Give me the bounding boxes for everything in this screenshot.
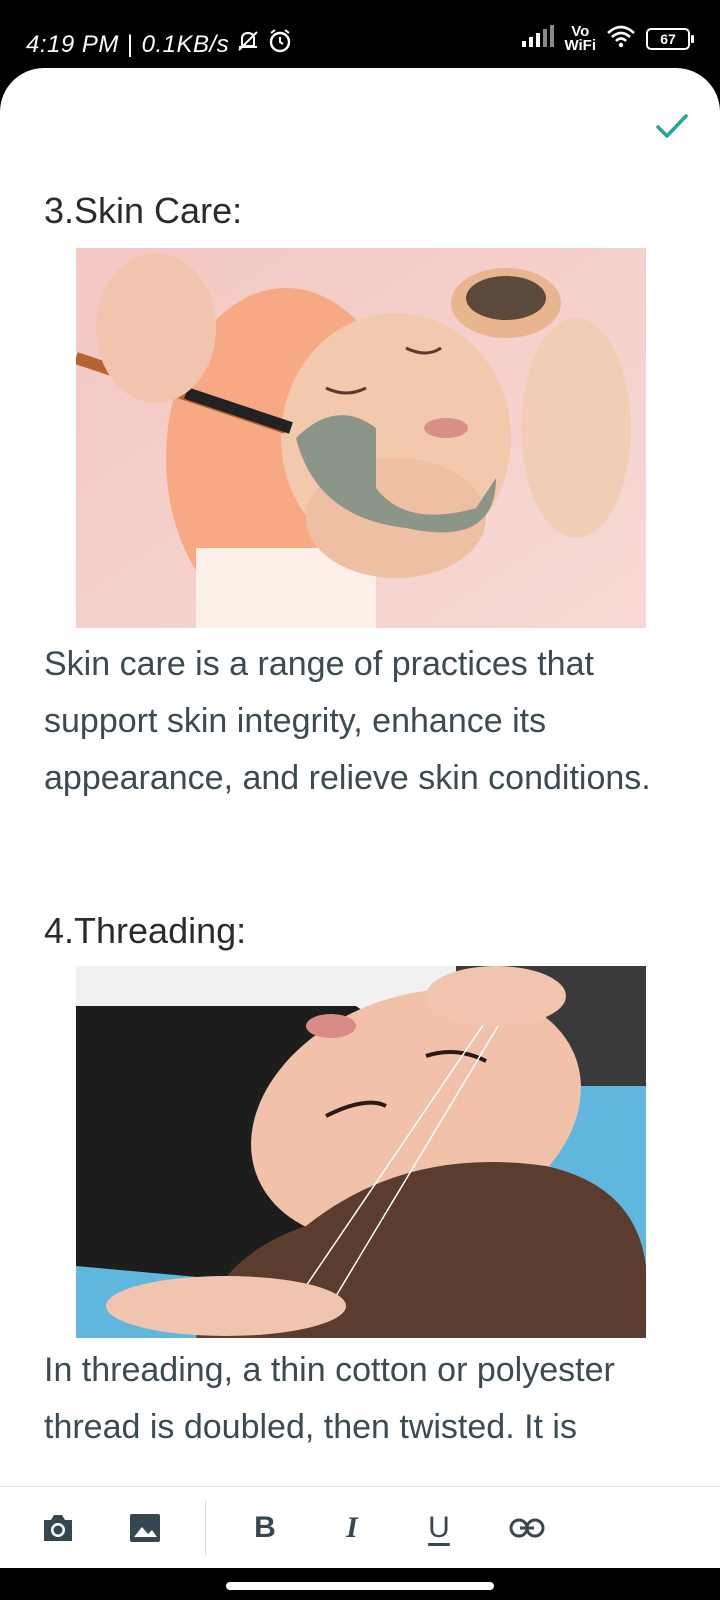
section-heading-skin-care: 3.Skin Care:: [44, 190, 243, 231]
italic-button[interactable]: I: [327, 1503, 377, 1553]
image-button[interactable]: [120, 1503, 170, 1553]
navigation-bar: [0, 1568, 720, 1600]
italic-label: I: [346, 1511, 358, 1544]
skin-care-image[interactable]: [76, 248, 646, 628]
camera-button[interactable]: [33, 1503, 83, 1553]
editor-content[interactable]: 3.Skin Care: Skin care is a range of pra…: [44, 68, 684, 1488]
status-left: 4:19 PM | 0.1KB/s: [26, 28, 293, 61]
image-icon: [130, 1514, 160, 1542]
mute-icon: [235, 28, 261, 61]
signal-icon: [522, 25, 555, 52]
bold-button[interactable]: B: [240, 1503, 290, 1553]
skin-care-paragraph: Skin care is a range of practices that s…: [44, 645, 651, 797]
status-right: Vo WiFi 67: [522, 24, 694, 54]
underline-button[interactable]: U: [414, 1503, 464, 1553]
threading-paragraph: In threading, a thin cotton or polyester…: [44, 1351, 615, 1446]
toolbar-divider: [205, 1501, 206, 1555]
link-button[interactable]: [502, 1503, 552, 1553]
link-icon: [509, 1518, 545, 1538]
camera-icon: [44, 1515, 72, 1541]
section-heading-threading: 4.Threading:: [44, 910, 247, 951]
network-speed: 0.1KB/s: [141, 30, 230, 58]
battery-level: 67: [660, 30, 676, 47]
threading-image[interactable]: [76, 966, 646, 1338]
status-separator: |: [126, 30, 134, 58]
alarm-icon: [267, 28, 293, 61]
wifi-icon: [606, 24, 636, 53]
bold-label: B: [254, 1511, 276, 1544]
vowifi-bottom: WiFi: [564, 36, 596, 54]
status-bar: 4:19 PM | 0.1KB/s Vo WiFi 67: [0, 0, 720, 68]
vowifi-indicator: Vo WiFi: [564, 24, 596, 54]
home-indicator[interactable]: [226, 1582, 494, 1590]
underline-label: U: [428, 1511, 450, 1544]
status-time: 4:19 PM: [26, 30, 119, 58]
formatting-toolbar: B I U: [0, 1486, 720, 1568]
note-editor-sheet: 3.Skin Care: Skin care is a range of pra…: [0, 68, 720, 1568]
battery-indicator: 67: [646, 27, 694, 50]
